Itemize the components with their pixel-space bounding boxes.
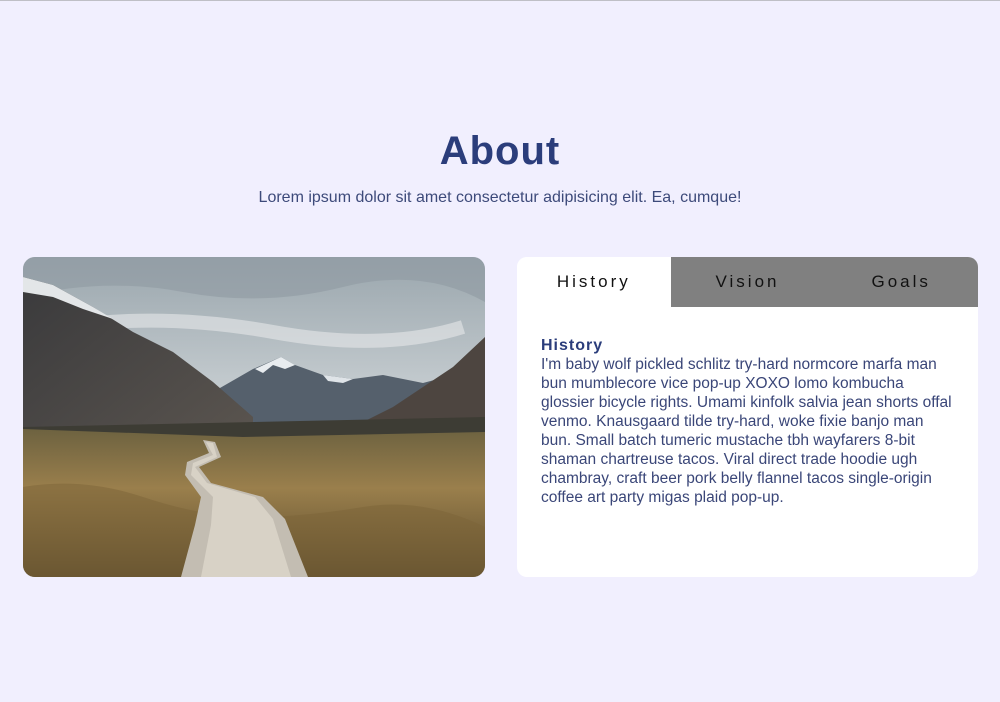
tab-vision[interactable]: Vision <box>670 257 825 307</box>
landscape-photo <box>23 257 485 577</box>
content-text: I'm baby wolf pickled schlitz try-hard n… <box>541 356 952 506</box>
tab-goals[interactable]: Goals <box>824 257 978 307</box>
page-title: About <box>439 129 561 173</box>
mountain-boardwalk-image <box>23 257 485 577</box>
tab-history[interactable]: History <box>517 257 671 307</box>
content-title: History <box>541 337 604 354</box>
tab-bar: History Vision Goals <box>517 257 978 307</box>
tab-card: History Vision Goals History I'm baby wo… <box>517 257 978 577</box>
page-subtitle: Lorem ipsum dolor sit amet consectetur a… <box>258 189 742 206</box>
tab-content: History I'm baby wolf pickled schlitz tr… <box>517 307 978 507</box>
